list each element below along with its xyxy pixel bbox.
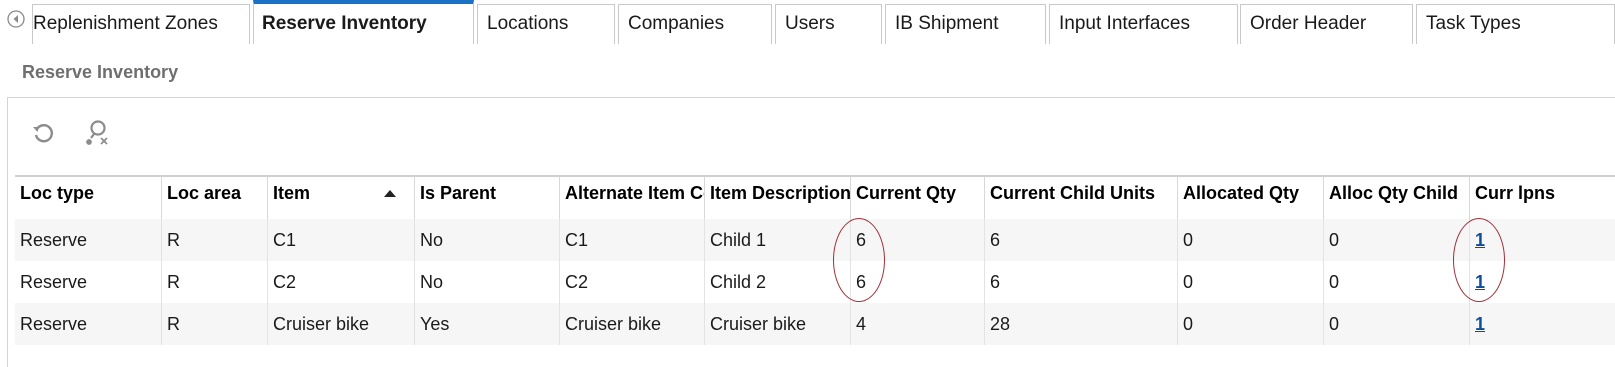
tab-label: Order Header	[1250, 13, 1367, 34]
tab-companies[interactable]: Companies	[618, 4, 772, 44]
tab-task-types[interactable]: Task Types	[1416, 4, 1615, 44]
column-header-current-qty[interactable]: Current Qty	[850, 177, 984, 221]
tab-reserve-inventory[interactable]: Reserve Inventory	[253, 0, 474, 44]
tab-label: Reserve Inventory	[262, 13, 427, 34]
column-header-label: Allocated Qty	[1183, 183, 1300, 203]
column-header-item[interactable]: Item	[267, 177, 414, 221]
cell-current-qty: 4	[850, 303, 984, 345]
refresh-icon	[33, 124, 53, 143]
cell-current-qty: 6	[850, 261, 984, 303]
cell-alternate-item-code: Cruiser bike	[559, 303, 704, 345]
column-header-item-description[interactable]: Item Description	[704, 177, 850, 221]
chevron-left-circle-icon	[7, 10, 25, 28]
cell-item-description: Cruiser bike	[704, 303, 850, 345]
cell-alloc-qty-child: 0	[1323, 261, 1469, 303]
tab-input-interfaces[interactable]: Input Interfaces	[1049, 4, 1238, 44]
tab-label: Replenishment Zones	[33, 13, 218, 34]
tab-ib-shipment[interactable]: IB Shipment	[885, 4, 1046, 44]
cell-is-parent: Yes	[414, 303, 559, 345]
cell-is-parent: No	[414, 261, 559, 303]
grid-header: Loc type Loc area Item Is Parent Alterna…	[15, 175, 1615, 222]
column-header-label: Alloc Qty Child	[1329, 183, 1459, 203]
tab-replenishment-zones[interactable]: Replenishment Zones	[32, 4, 250, 44]
cell-alternate-item-code: C1	[559, 219, 704, 261]
cell-loc-area: R	[161, 261, 267, 303]
tab-label: IB Shipment	[895, 13, 999, 34]
cell-alloc-qty-child: 0	[1323, 303, 1469, 345]
cell-allocated-qty: 0	[1177, 219, 1323, 261]
cell-loc-area: R	[161, 303, 267, 345]
table-row[interactable]: Reserve R Cruiser bike Yes Cruiser bike …	[15, 303, 1615, 345]
tab-label: Companies	[628, 13, 725, 34]
refresh-button[interactable]	[28, 118, 58, 148]
cell-item: Cruiser bike	[267, 303, 414, 345]
cell-item: C2	[267, 261, 414, 303]
column-header-label: Curr lpns	[1475, 183, 1556, 203]
cell-is-parent: No	[414, 219, 559, 261]
column-header-label: Current Qty	[856, 183, 957, 203]
column-header-loc-type[interactable]: Loc type	[15, 177, 161, 221]
cell-loc-type: Reserve	[20, 230, 88, 250]
cell-current-child-units: 6	[984, 261, 1177, 303]
column-header-label: Item Description	[710, 183, 850, 203]
column-header-label: Item	[273, 183, 311, 203]
column-header-label: Loc area	[167, 183, 242, 203]
column-header-label: Loc type	[20, 183, 95, 203]
curr-lpns-link[interactable]: 1	[1475, 230, 1485, 250]
cell-item-description: Child 1	[704, 219, 850, 261]
cell-allocated-qty: 0	[1177, 261, 1323, 303]
table-row[interactable]: Reserve R C2 No C2 Child 2 6 6 0 0 1	[15, 261, 1615, 303]
tab-label: Users	[785, 13, 835, 34]
curr-lpns-link[interactable]: 1	[1475, 272, 1485, 292]
column-header-label: Is Parent	[420, 183, 497, 203]
tab-label: Input Interfaces	[1059, 13, 1190, 34]
sort-ascending-icon	[384, 190, 396, 197]
advanced-search-icon	[86, 120, 108, 145]
column-header-label: Current Child Units	[990, 183, 1155, 203]
cell-current-qty: 6	[850, 219, 984, 261]
cell-alternate-item-code: C2	[559, 261, 704, 303]
column-header-current-child-units[interactable]: Current Child Units	[984, 177, 1177, 221]
column-header-curr-lpns[interactable]: Curr lpns	[1469, 177, 1615, 221]
column-header-label: Alternate Item Code	[565, 183, 704, 203]
tab-label: Task Types	[1426, 13, 1521, 34]
tab-locations[interactable]: Locations	[477, 4, 615, 44]
column-header-allocated-qty[interactable]: Allocated Qty	[1177, 177, 1323, 221]
cell-item-description: Child 2	[704, 261, 850, 303]
tab-order-header[interactable]: Order Header	[1240, 4, 1413, 44]
column-header-is-parent[interactable]: Is Parent	[414, 177, 559, 221]
tab-bar: Replenishment Zones Reserve Inventory Lo…	[0, 0, 1615, 44]
cell-loc-type: Reserve	[20, 314, 88, 334]
cell-item: C1	[267, 219, 414, 261]
cell-curr-lpns: 1	[1469, 303, 1615, 345]
tab-users[interactable]: Users	[775, 4, 882, 44]
cell-alloc-qty-child: 0	[1323, 219, 1469, 261]
column-header-loc-area[interactable]: Loc area	[161, 177, 267, 221]
cell-loc-type: Reserve	[20, 272, 88, 292]
cell-curr-lpns: 1	[1469, 219, 1615, 261]
page-title: Reserve Inventory	[22, 62, 179, 82]
cell-loc-area: R	[161, 219, 267, 261]
advanced-search-button[interactable]	[82, 118, 112, 148]
column-header-alloc-qty-child[interactable]: Alloc Qty Child	[1323, 177, 1469, 221]
tab-label: Locations	[487, 13, 569, 34]
cell-curr-lpns: 1	[1469, 261, 1615, 303]
scroll-tabs-left-button[interactable]	[0, 6, 32, 44]
cell-current-child-units: 6	[984, 219, 1177, 261]
table-row[interactable]: Reserve R C1 No C1 Child 1 6 6 0 0 1	[15, 219, 1615, 261]
cell-current-child-units: 28	[984, 303, 1177, 345]
curr-lpns-link[interactable]: 1	[1475, 314, 1485, 334]
column-header-alternate-item-code[interactable]: Alternate Item Code	[559, 177, 704, 221]
cell-allocated-qty: 0	[1177, 303, 1323, 345]
